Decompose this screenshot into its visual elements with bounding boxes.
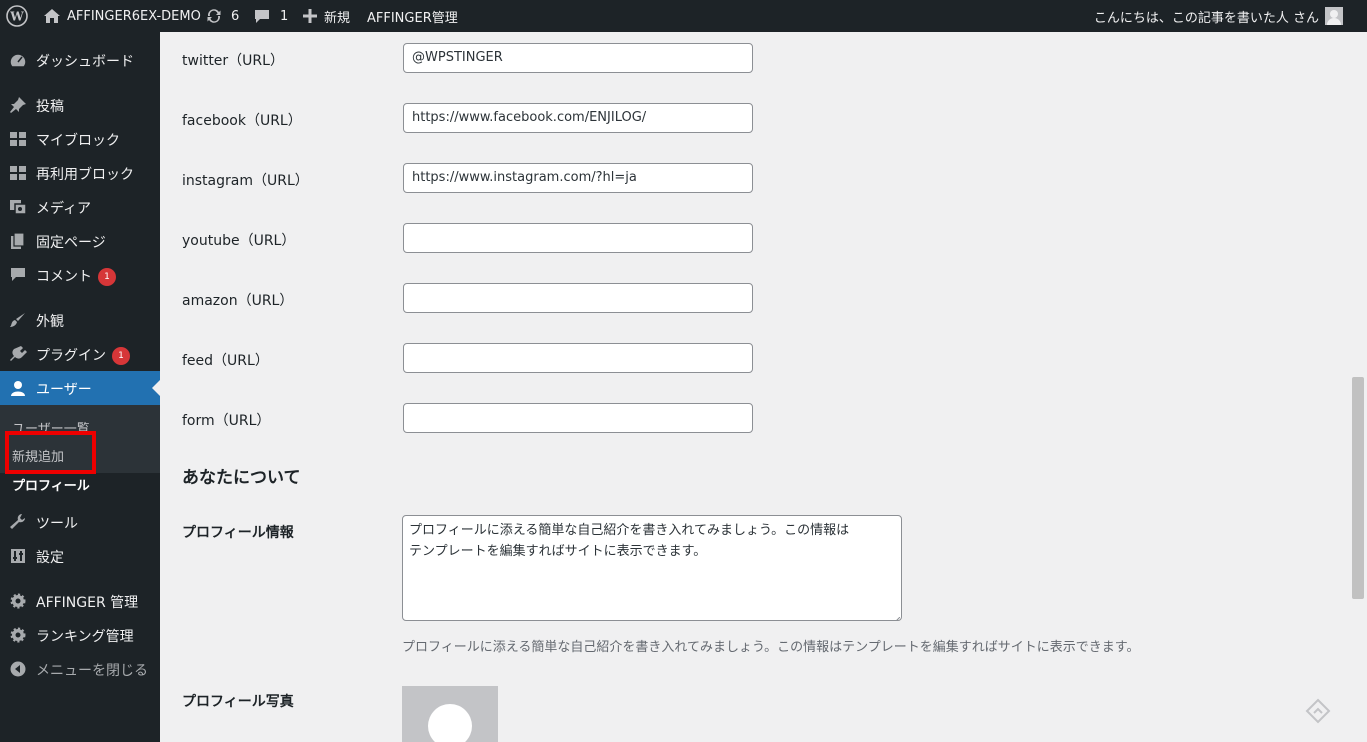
submenu-profile[interactable]: プロフィール [12, 475, 90, 494]
my-account-link[interactable]: こんにちは、この記事を書いた人 さん [1094, 0, 1343, 32]
media-icon [9, 199, 27, 215]
sidebar-item-label: プラグイン [36, 348, 106, 364]
instagram-url-input[interactable]: https://www.instagram.com/?hl=ja [403, 163, 753, 193]
twitter-url-input[interactable]: @WPSTINGER [403, 43, 753, 73]
sidebar-item-label: コメント [36, 269, 92, 285]
sidebar-item-reusable-blocks[interactable]: 再利用ブロック [0, 156, 160, 190]
bio-text-line: テンプレートを編集すればサイトに表示できます。 [409, 544, 707, 559]
user-icon [9, 380, 27, 396]
gear-icon [9, 593, 27, 609]
bio-text-line: プロフィールに添える簡単な自己紹介を書き入れてみましょう。この情報は [409, 523, 850, 538]
sidebar-item-pages[interactable]: 固定ページ [0, 224, 160, 258]
sidebar-item-users[interactable]: ユーザー [0, 371, 160, 405]
wrench-icon [9, 514, 27, 530]
comments-link[interactable]: 1 [254, 0, 288, 32]
new-label: 新規 [324, 10, 351, 26]
gear-icon [9, 627, 27, 643]
sidebar-item-label: AFFINGER 管理 [36, 595, 139, 611]
diamond-tool-icon[interactable] [1305, 698, 1331, 724]
sidebar-item-posts[interactable]: 投稿 [0, 88, 160, 122]
form-label: form（URL） [182, 413, 271, 429]
bio-label: プロフィール情報 [182, 525, 294, 541]
updates-link[interactable]: 6 [205, 0, 239, 32]
sidebar-item-plugins[interactable]: プラグイン 1 [0, 337, 160, 371]
sidebar-item-settings[interactable]: 設定 [0, 539, 160, 573]
twitter-label: twitter（URL） [182, 53, 284, 69]
sidebar-item-ranking[interactable]: ランキング管理 [0, 618, 160, 652]
sidebar-item-label: メニューを閉じる [36, 663, 148, 679]
sidebar-item-affinger[interactable]: AFFINGER 管理 [0, 584, 160, 618]
profile-photo [402, 686, 498, 742]
site-name: AFFINGER6EX-DEMO [67, 8, 201, 24]
plugin-icon [9, 346, 27, 362]
svg-text:W: W [9, 10, 24, 24]
plus-icon [303, 9, 317, 23]
comments-count: 1 [280, 8, 289, 24]
sidebar-item-my-blocks[interactable]: マイブロック [0, 122, 160, 156]
wordpress-logo-icon[interactable]: W [6, 0, 28, 32]
about-section-title: あなたについて [182, 468, 301, 488]
current-menu-arrow [152, 380, 160, 396]
sidebar-item-dashboard[interactable]: ダッシュボード [0, 43, 160, 77]
sidebar-item-label: 設定 [36, 550, 64, 566]
sidebar-collapse-menu[interactable]: メニューを閉じる [0, 652, 160, 686]
comment-icon [9, 267, 27, 283]
instagram-label: instagram（URL） [182, 173, 309, 189]
youtube-label: youtube（URL） [182, 233, 296, 249]
avatar-icon [1325, 7, 1343, 25]
sidebar-item-label: ツール [36, 516, 78, 532]
sidebar-item-tools[interactable]: ツール [0, 505, 160, 539]
settings-icon [9, 548, 27, 564]
brush-icon [9, 312, 27, 328]
facebook-url-input[interactable]: https://www.facebook.com/ENJILOG/ [403, 103, 753, 133]
amazon-url-input[interactable] [403, 283, 753, 313]
refresh-icon [205, 7, 223, 25]
sidebar-item-label: 固定ページ [36, 235, 106, 251]
sidebar-item-media[interactable]: メディア [0, 190, 160, 224]
greeting: こんにちは、この記事を書いた人 さん [1093, 10, 1319, 26]
form-url-input[interactable] [403, 403, 753, 433]
feed-label: feed（URL） [182, 353, 269, 369]
page-icon [9, 232, 27, 249]
sidebar-item-appearance[interactable]: 外観 [0, 303, 160, 337]
resize-grip-icon[interactable] [892, 611, 901, 620]
home-icon [43, 8, 61, 24]
sidebar-item-label: 投稿 [36, 99, 64, 115]
photo-label: プロフィール写真 [182, 694, 294, 710]
updates-count: 6 [231, 8, 240, 24]
sidebar-item-label: 再利用ブロック [36, 167, 134, 183]
sidebar-item-label: ランキング管理 [36, 629, 134, 645]
sidebar-item-label: ユーザー [36, 382, 92, 398]
scrollbar-thumb[interactable] [1352, 377, 1364, 599]
dashboard-icon [9, 52, 27, 68]
sidebar-item-label: ダッシュボード [36, 54, 134, 70]
comments-badge: 1 [98, 268, 116, 286]
bio-textarea[interactable]: プロフィールに添える簡単な自己紹介を書き入れてみましょう。この情報は テンプレー… [402, 515, 902, 621]
grid-icon [9, 165, 27, 181]
feed-url-input[interactable] [403, 343, 753, 373]
sidebar-item-label: メディア [36, 201, 92, 217]
profile-highlight-box [5, 431, 96, 474]
collapse-icon [9, 661, 27, 677]
youtube-url-input[interactable] [403, 223, 753, 253]
plugins-badge: 1 [112, 347, 130, 365]
avatar-placeholder-icon [428, 704, 472, 742]
comment-icon [254, 8, 270, 24]
facebook-label: facebook（URL） [182, 113, 302, 129]
amazon-label: amazon（URL） [182, 293, 294, 309]
admin-bar: W AFFINGER6EX-DEMO 6 1 新規 AFFINGER管理 こんに… [0, 0, 1367, 32]
site-name-link[interactable]: AFFINGER6EX-DEMO [43, 0, 201, 32]
bio-description: プロフィールに添える簡単な自己紹介を書き入れてみましょう。この情報はテンプレート… [402, 640, 1140, 655]
affinger-label: AFFINGER管理 [367, 10, 458, 26]
grid-icon [9, 131, 27, 147]
pin-icon [9, 97, 27, 113]
sidebar-item-comments[interactable]: コメント 1 [0, 258, 160, 292]
sidebar-item-label: マイブロック [36, 133, 120, 149]
sidebar-item-label: 外観 [36, 314, 64, 330]
new-content-link[interactable]: 新規 [303, 0, 350, 32]
affinger-admin-link[interactable]: AFFINGER管理 [367, 0, 458, 32]
